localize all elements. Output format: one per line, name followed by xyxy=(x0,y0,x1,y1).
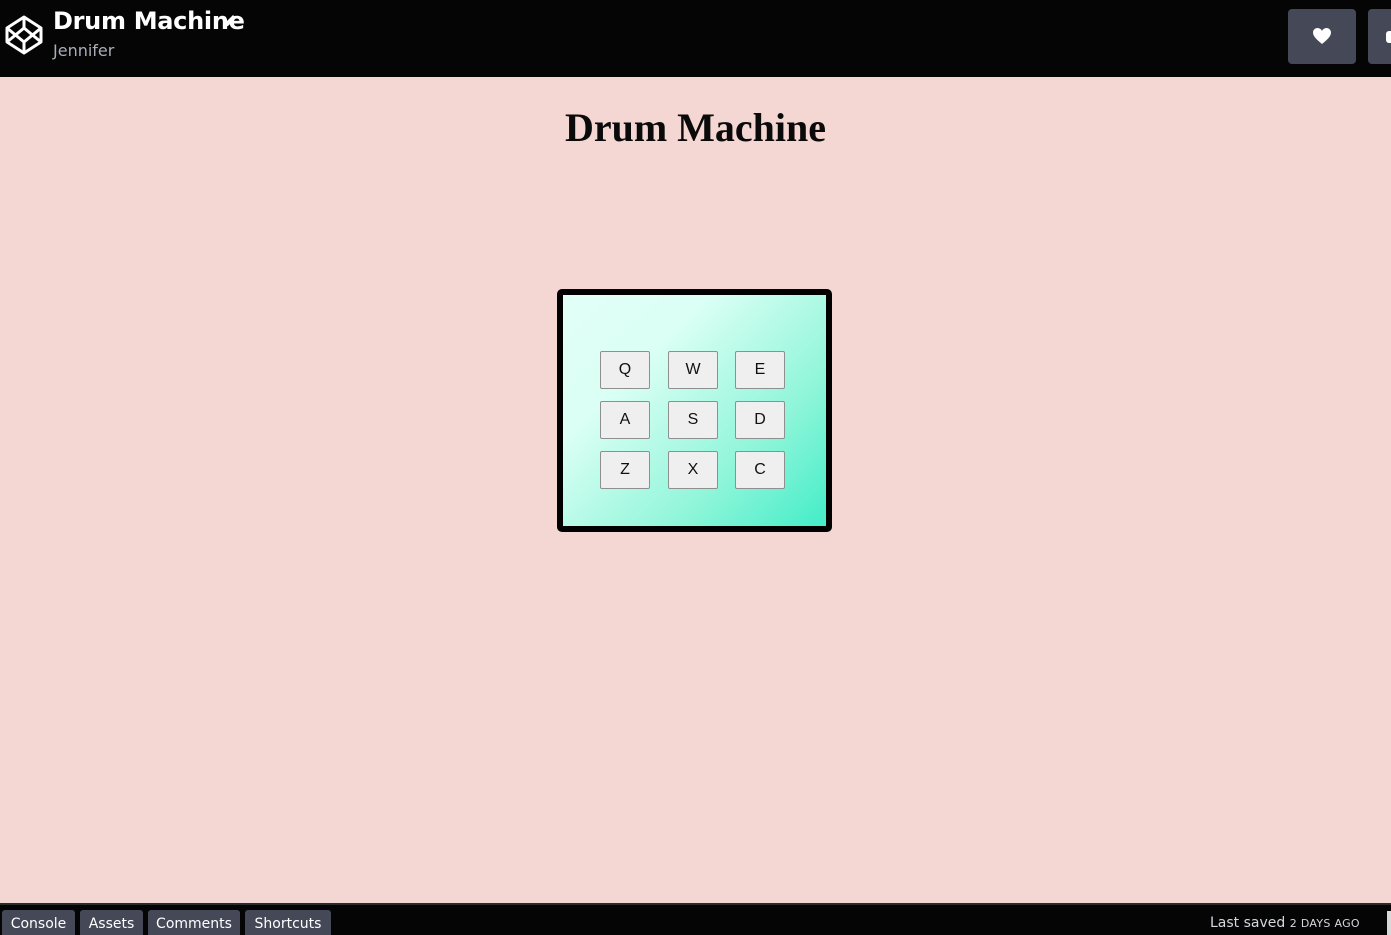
drum-pad-w[interactable]: W xyxy=(668,351,718,389)
settings-button[interactable] xyxy=(1368,9,1391,64)
drum-pad-a[interactable]: A xyxy=(600,401,650,439)
comments-tab[interactable]: Comments xyxy=(148,910,240,935)
drum-machine-panel: Q W E A S D Z X C xyxy=(557,289,832,532)
console-tab[interactable]: Console xyxy=(2,910,75,935)
pen-title[interactable]: Drum Machine xyxy=(53,7,245,35)
heart-icon xyxy=(1313,28,1331,44)
drum-pad-x[interactable]: X xyxy=(668,451,718,489)
editor-header: Drum Machine Jennifer xyxy=(0,0,1391,77)
partial-icon xyxy=(1386,31,1391,43)
pen-author[interactable]: Jennifer xyxy=(53,41,114,60)
shortcuts-tab[interactable]: Shortcuts xyxy=(245,910,331,935)
assets-tab[interactable]: Assets xyxy=(80,910,143,935)
drum-pad-c[interactable]: C xyxy=(735,451,785,489)
pencil-icon[interactable] xyxy=(221,12,239,30)
last-saved-status: Last saved 2 DAYS AGO xyxy=(1210,915,1360,931)
drum-pad-q[interactable]: Q xyxy=(600,351,650,389)
last-saved-time: 2 DAYS AGO xyxy=(1289,917,1360,930)
drum-pad-z[interactable]: Z xyxy=(600,451,650,489)
page-heading: Drum Machine xyxy=(564,105,827,150)
codepen-logo-icon[interactable] xyxy=(4,14,44,56)
drum-pad-d[interactable]: D xyxy=(735,401,785,439)
love-button[interactable] xyxy=(1288,9,1356,64)
last-saved-label: Last saved xyxy=(1210,915,1286,931)
footer-edge xyxy=(1387,911,1391,935)
drum-pad-s[interactable]: S xyxy=(668,401,718,439)
editor-footer: Console Assets Comments Shortcuts Last s… xyxy=(0,903,1391,935)
drum-pad-e[interactable]: E xyxy=(735,351,785,389)
